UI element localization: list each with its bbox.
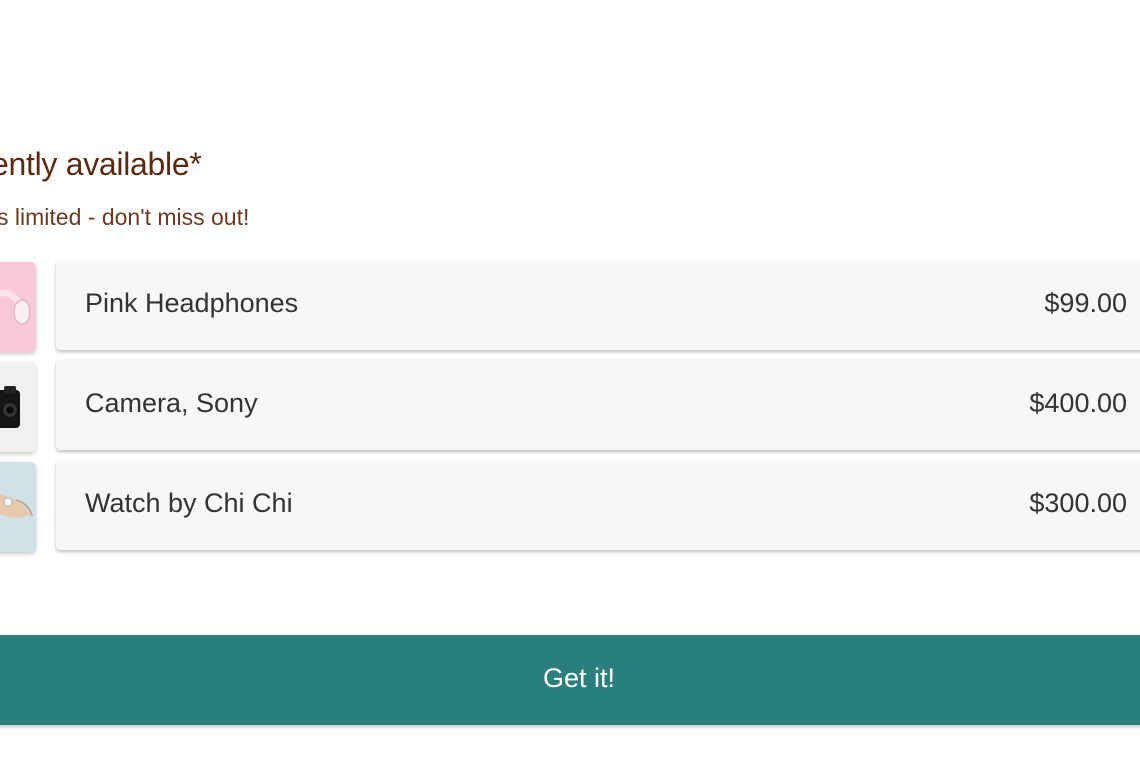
product-name: Watch by Chi Chi [85, 488, 293, 518]
product-name: Camera, Sony [85, 388, 258, 418]
product-price: $99.00 [1044, 288, 1127, 318]
camera-icon [0, 362, 36, 452]
page-subtitle: Stock is limited - don't miss out! [0, 204, 250, 230]
headphones-icon [0, 262, 36, 352]
get-it-button-label: Get it! [542, 663, 616, 693]
product-price: $400.00 [1029, 388, 1127, 418]
page-title: Currently available* [0, 146, 202, 182]
product-selection-page: Currently available* Stock is limited - … [0, 0, 1140, 760]
product-card[interactable]: Pink Headphones $99.00 [56, 260, 1140, 350]
product-card[interactable]: Camera, Sony $400.00 [56, 360, 1140, 450]
product-thumbnail-watch[interactable] [0, 462, 36, 552]
product-thumbnail-headphones[interactable] [0, 262, 36, 352]
product-thumbnail-camera[interactable] [0, 362, 36, 452]
watch-icon [0, 462, 36, 552]
product-card[interactable]: Watch by Chi Chi $300.00 [56, 460, 1140, 550]
product-price: $300.00 [1029, 488, 1127, 518]
product-name: Pink Headphones [85, 288, 299, 318]
get-it-button[interactable]: Get it! [0, 635, 1140, 725]
